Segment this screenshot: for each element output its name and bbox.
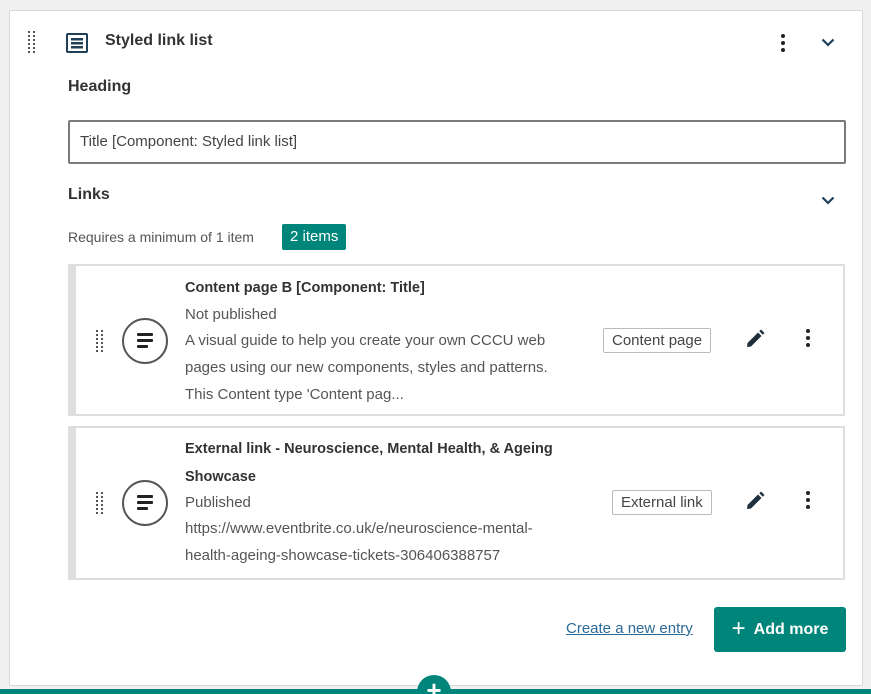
edit-pencil-icon[interactable] <box>745 491 765 511</box>
content-type-icon <box>122 318 168 364</box>
links-label: Links <box>68 186 110 203</box>
heading-label: Heading <box>68 78 132 95</box>
links-collapse-chevron-icon[interactable] <box>821 196 835 205</box>
link-item-status: Published <box>185 494 251 511</box>
component-title: Styled link list <box>105 32 213 49</box>
link-item-card: External link - Neuroscience, Mental Hea… <box>68 426 845 580</box>
styled-link-list-component: Styled link list Heading Title [Componen… <box>9 10 863 686</box>
content-type-tag: Content page <box>603 328 712 353</box>
content-type-tag: External link <box>612 490 712 515</box>
component-more-options-icon[interactable] <box>780 34 786 54</box>
link-item-description: https://www.eventbrite.co.uk/e/neuroscie… <box>185 520 533 564</box>
link-item-drag-handle[interactable] <box>96 330 104 352</box>
link-item-more-options-icon[interactable] <box>805 329 811 349</box>
edit-pencil-icon[interactable] <box>745 329 765 349</box>
component-collapse-chevron-icon[interactable] <box>821 38 835 47</box>
link-item-title[interactable]: External link - Neuroscience, Mental Hea… <box>185 435 553 491</box>
link-item-title[interactable]: Content page B [Component: Title] <box>185 274 425 302</box>
links-requirement-text: Requires a minimum of 1 item <box>68 229 254 245</box>
link-item-card: Content page B [Component: Title] Not pu… <box>68 264 845 416</box>
list-component-icon <box>66 33 88 53</box>
add-more-button[interactable]: + Add more <box>714 607 846 652</box>
link-item-status: Not published <box>185 306 277 323</box>
link-item-description: A visual guide to help you create your o… <box>185 332 548 403</box>
link-item-more-options-icon[interactable] <box>805 491 811 511</box>
add-more-label: Add more <box>753 620 829 638</box>
item-count-badge: 2 items <box>282 224 347 250</box>
link-item-drag-handle[interactable] <box>96 492 104 514</box>
plus-icon: + <box>731 614 746 642</box>
content-type-icon <box>122 480 168 526</box>
component-drag-handle[interactable] <box>28 31 36 53</box>
create-new-entry-link[interactable]: Create a new entry <box>566 620 693 637</box>
heading-input[interactable]: Title [Component: Styled link list] <box>68 120 846 164</box>
